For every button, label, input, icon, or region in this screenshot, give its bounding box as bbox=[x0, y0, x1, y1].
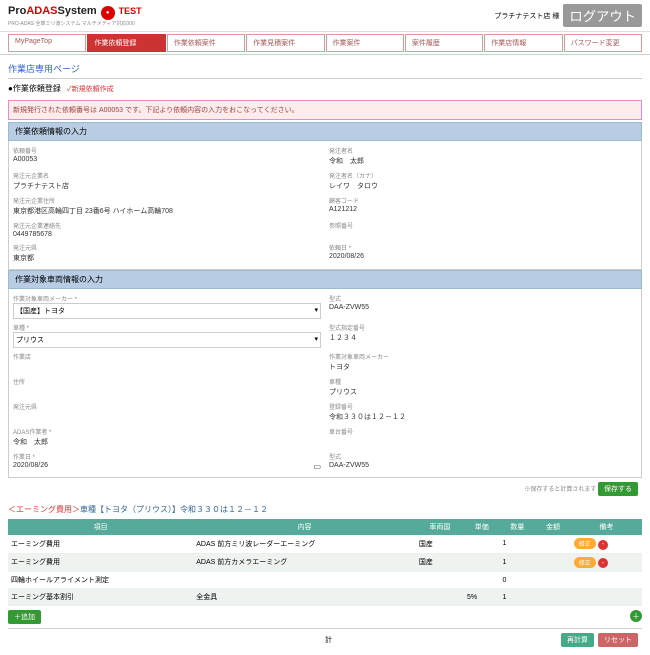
field-value: 令和 太郎 bbox=[13, 436, 321, 448]
select-field[interactable]: プリウス▾ bbox=[13, 332, 321, 348]
section2-header: 作業対象車両情報の入力 bbox=[8, 270, 642, 289]
plus-button[interactable]: ＋ bbox=[630, 610, 642, 622]
aiming-table: 項目内容車両国単価数量金額備考 エーミング費用ADAS 前方ミリ波レーダーエーミ… bbox=[8, 519, 642, 606]
header: ProADASSystem●TEST PRO-ADAS 全車ミリ波システム マル… bbox=[0, 0, 650, 32]
field-value: 2020/08/26 bbox=[329, 252, 637, 261]
field-value: 令和 太郎 bbox=[329, 155, 637, 167]
select-field[interactable]: 【国産】トヨタ▾ bbox=[13, 303, 321, 319]
tab-1[interactable]: 作業依頼登録 bbox=[87, 34, 165, 52]
subtitle: ●作業依頼登録✓新規依頼作成 bbox=[8, 79, 642, 98]
section1-header: 作業依頼情報の入力 bbox=[8, 122, 642, 141]
save-button[interactable]: 保存する bbox=[598, 482, 638, 496]
page-title: 作業店専用ページ bbox=[8, 59, 642, 79]
tab-2[interactable]: 作業依頼案件 bbox=[167, 34, 245, 52]
field-value bbox=[13, 361, 321, 363]
tab-4[interactable]: 作業案件 bbox=[326, 34, 404, 52]
logo: ProADASSystem●TEST PRO-ADAS 全車ミリ波システム マル… bbox=[8, 5, 142, 27]
aiming-header: ＜エーミング費用＞車種【トヨタ（プリウス）】令和３３０は１２－１２ bbox=[8, 500, 642, 519]
delete-button[interactable]: - bbox=[598, 540, 608, 550]
tabs: MyPageTop作業依頼登録作業依頼案件作業見積案件作業案件案件履歴作業店情報… bbox=[0, 32, 650, 55]
tab-7[interactable]: パスワード変更 bbox=[564, 34, 642, 52]
field-value: 東京都 bbox=[13, 252, 321, 264]
field-value: レイワ タロウ bbox=[329, 180, 637, 192]
total-label: 計 bbox=[325, 635, 332, 645]
tab-6[interactable]: 作業店情報 bbox=[484, 34, 562, 52]
field-value bbox=[329, 436, 637, 438]
user-name: プラチナテスト店 様 bbox=[494, 11, 559, 21]
field-value: トヨタ bbox=[329, 361, 637, 373]
alert: 新規発行された依頼番号は A00053 です。下記より依頼内容の入力をおこなって… bbox=[8, 100, 642, 120]
field-value: A00053 bbox=[13, 155, 321, 164]
table-row: エーミング費用ADAS 前方カメラエーミング国産1修正 - bbox=[8, 553, 642, 572]
field-value: 2020/08/26▭ bbox=[13, 461, 321, 472]
field-value bbox=[329, 230, 637, 232]
field-value bbox=[13, 411, 321, 413]
field-value bbox=[13, 386, 321, 388]
badge-icon: ● bbox=[101, 6, 115, 20]
field-value: プリウス bbox=[329, 386, 637, 398]
field-value: A121212 bbox=[329, 205, 637, 214]
table-row: 四輪ホイールアライメント測定0 bbox=[8, 572, 642, 589]
field-value: 0449785678 bbox=[13, 230, 321, 239]
tab-0[interactable]: MyPageTop bbox=[8, 34, 86, 52]
table-row: エーミング基本割引全金具5%1 bbox=[8, 589, 642, 606]
modify-button[interactable]: 修正 bbox=[574, 557, 596, 568]
field-value: プラチナテスト店 bbox=[13, 180, 321, 192]
new-request-link[interactable]: ✓新規依頼作成 bbox=[67, 84, 114, 94]
modify-button[interactable]: 修正 bbox=[574, 538, 596, 549]
field-value: DAA-ZVW55 bbox=[329, 303, 637, 312]
tab-5[interactable]: 案件履歴 bbox=[405, 34, 483, 52]
delete-button[interactable]: - bbox=[598, 558, 608, 568]
reset-button[interactable]: リセット bbox=[598, 633, 638, 647]
field-value: DAA-ZVW55 bbox=[329, 461, 637, 470]
tab-3[interactable]: 作業見積案件 bbox=[246, 34, 324, 52]
table-row: エーミング費用ADAS 前方ミリ波レーダーエーミング国産1修正 - bbox=[8, 535, 642, 553]
field-value: 令和３３０は１２－１２ bbox=[329, 411, 637, 423]
chevron-down-icon: ▾ bbox=[314, 306, 318, 316]
logout-button[interactable]: ログアウト bbox=[563, 4, 642, 27]
calendar-icon[interactable]: ▭ bbox=[313, 462, 321, 471]
field-value: １２３４ bbox=[329, 332, 637, 344]
chevron-down-icon: ▾ bbox=[314, 335, 318, 345]
field-value: 東京都港区高輪四丁目 23番6号 ハイホーム高輪708 bbox=[13, 205, 321, 217]
add-button[interactable]: ＋追加 bbox=[8, 610, 41, 624]
recalc-button[interactable]: 再計算 bbox=[561, 633, 594, 647]
